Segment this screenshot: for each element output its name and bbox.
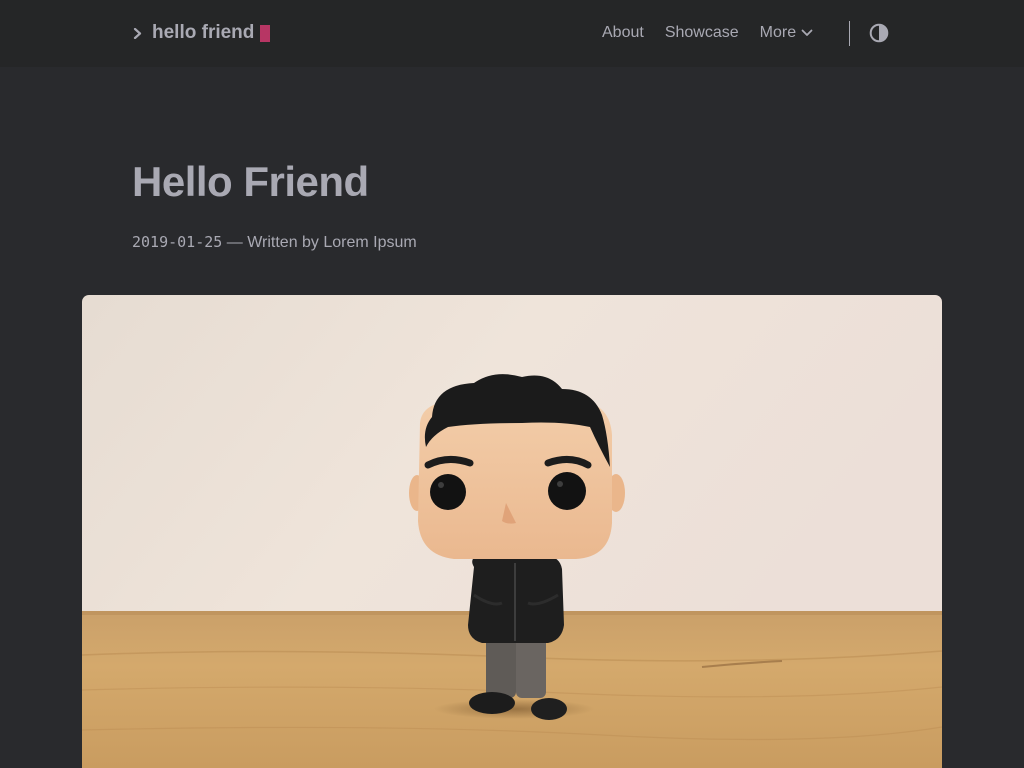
nav-item-more-label: More <box>759 24 797 41</box>
main-nav: About Showcase More <box>602 20 813 46</box>
site-logo-text: hello friend <box>152 22 255 43</box>
post-author: — Written by Lorem Ipsum <box>222 234 417 251</box>
post-title: Hello Friend <box>132 158 369 205</box>
contrast-icon <box>869 23 889 43</box>
nav-item-showcase[interactable]: Showcase <box>665 24 739 42</box>
chevron-right-icon <box>133 20 145 46</box>
post-cover-image <box>82 295 942 768</box>
post-date: 2019-01-25 <box>132 233 223 251</box>
nav-divider <box>849 21 850 46</box>
site-logo[interactable]: hello friend <box>133 20 271 46</box>
logo-cursor <box>260 24 271 42</box>
nav-item-more[interactable]: More <box>760 24 813 42</box>
site-header: hello friend About Showcase More <box>0 0 1024 67</box>
nav-item-about[interactable]: About <box>602 24 644 42</box>
chevron-down-icon <box>801 29 813 36</box>
post-meta: 2019-01-25 — Written by Lorem Ipsum <box>132 233 417 252</box>
theme-toggle-button[interactable] <box>869 23 889 43</box>
